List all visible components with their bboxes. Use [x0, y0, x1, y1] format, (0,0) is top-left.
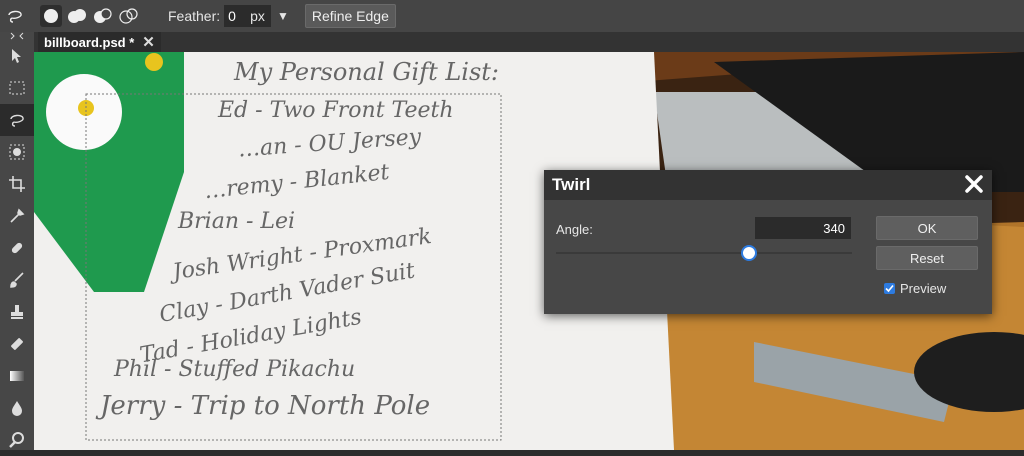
dialog-title: Twirl	[552, 175, 591, 194]
close-icon[interactable]	[962, 172, 986, 196]
angle-slider-track[interactable]	[556, 252, 852, 254]
move-tool-icon[interactable]	[0, 40, 34, 72]
reset-button[interactable]: Reset	[876, 246, 978, 270]
tools-panel	[0, 32, 34, 450]
marquee-tool-icon[interactable]	[0, 72, 34, 104]
angle-label: Angle:	[556, 222, 593, 237]
lasso-icon[interactable]	[4, 5, 26, 27]
preview-label: Preview	[900, 281, 947, 296]
quick-select-tool-icon[interactable]	[0, 136, 34, 168]
stamp-tool-icon[interactable]	[0, 296, 34, 328]
paper-heading: My Personal Gift List:	[234, 58, 500, 86]
crop-tool-icon[interactable]	[0, 168, 34, 200]
feather-dropdown-icon[interactable]: ▼	[277, 9, 289, 23]
intersect-selection-icon[interactable]	[118, 5, 140, 27]
subtract-selection-icon[interactable]	[92, 5, 114, 27]
feather-label: Feather:	[168, 8, 221, 24]
healing-tool-icon[interactable]	[0, 232, 34, 264]
add-selection-icon[interactable]	[66, 5, 88, 27]
dialog-title-bar[interactable]: Twirl	[544, 170, 992, 200]
document-tab[interactable]: billboard.psd * ✕	[38, 32, 161, 52]
ok-button[interactable]: OK	[876, 216, 978, 240]
toolbar-collapse-icon[interactable]	[0, 32, 34, 40]
feather-input[interactable]	[224, 5, 251, 27]
eyedropper-tool-icon[interactable]	[0, 200, 34, 232]
document-tab-title: billboard.psd *	[44, 34, 135, 50]
brush-tool-icon[interactable]	[0, 264, 34, 296]
gift-list: Ed - Two Front Teeth …an - OU Jersey …re…	[94, 92, 454, 425]
options-bar: Feather: px ▼ Refine Edge	[0, 0, 1024, 32]
new-selection-icon[interactable]	[40, 5, 62, 27]
preview-toggle[interactable]: Preview	[884, 281, 946, 296]
blur-tool-icon[interactable]	[0, 392, 34, 424]
preview-checkbox[interactable]	[884, 283, 895, 294]
list-item: Jerry - Trip to North Pole	[100, 391, 431, 421]
document-tab-bar: billboard.psd * ✕	[34, 32, 1024, 52]
refine-edge-button[interactable]: Refine Edge	[304, 4, 396, 28]
lasso-tool-icon[interactable]	[0, 104, 34, 136]
gradient-tool-icon[interactable]	[0, 360, 34, 392]
angle-input[interactable]	[755, 217, 851, 239]
eraser-tool-icon[interactable]	[0, 328, 34, 360]
zoom-tool-icon[interactable]	[0, 424, 34, 456]
angle-slider-thumb[interactable]	[741, 245, 757, 261]
close-tab-icon[interactable]: ✕	[142, 33, 155, 51]
twirl-dialog: Twirl Angle: OK Reset Preview	[544, 170, 992, 314]
feather-unit: px	[250, 5, 271, 27]
